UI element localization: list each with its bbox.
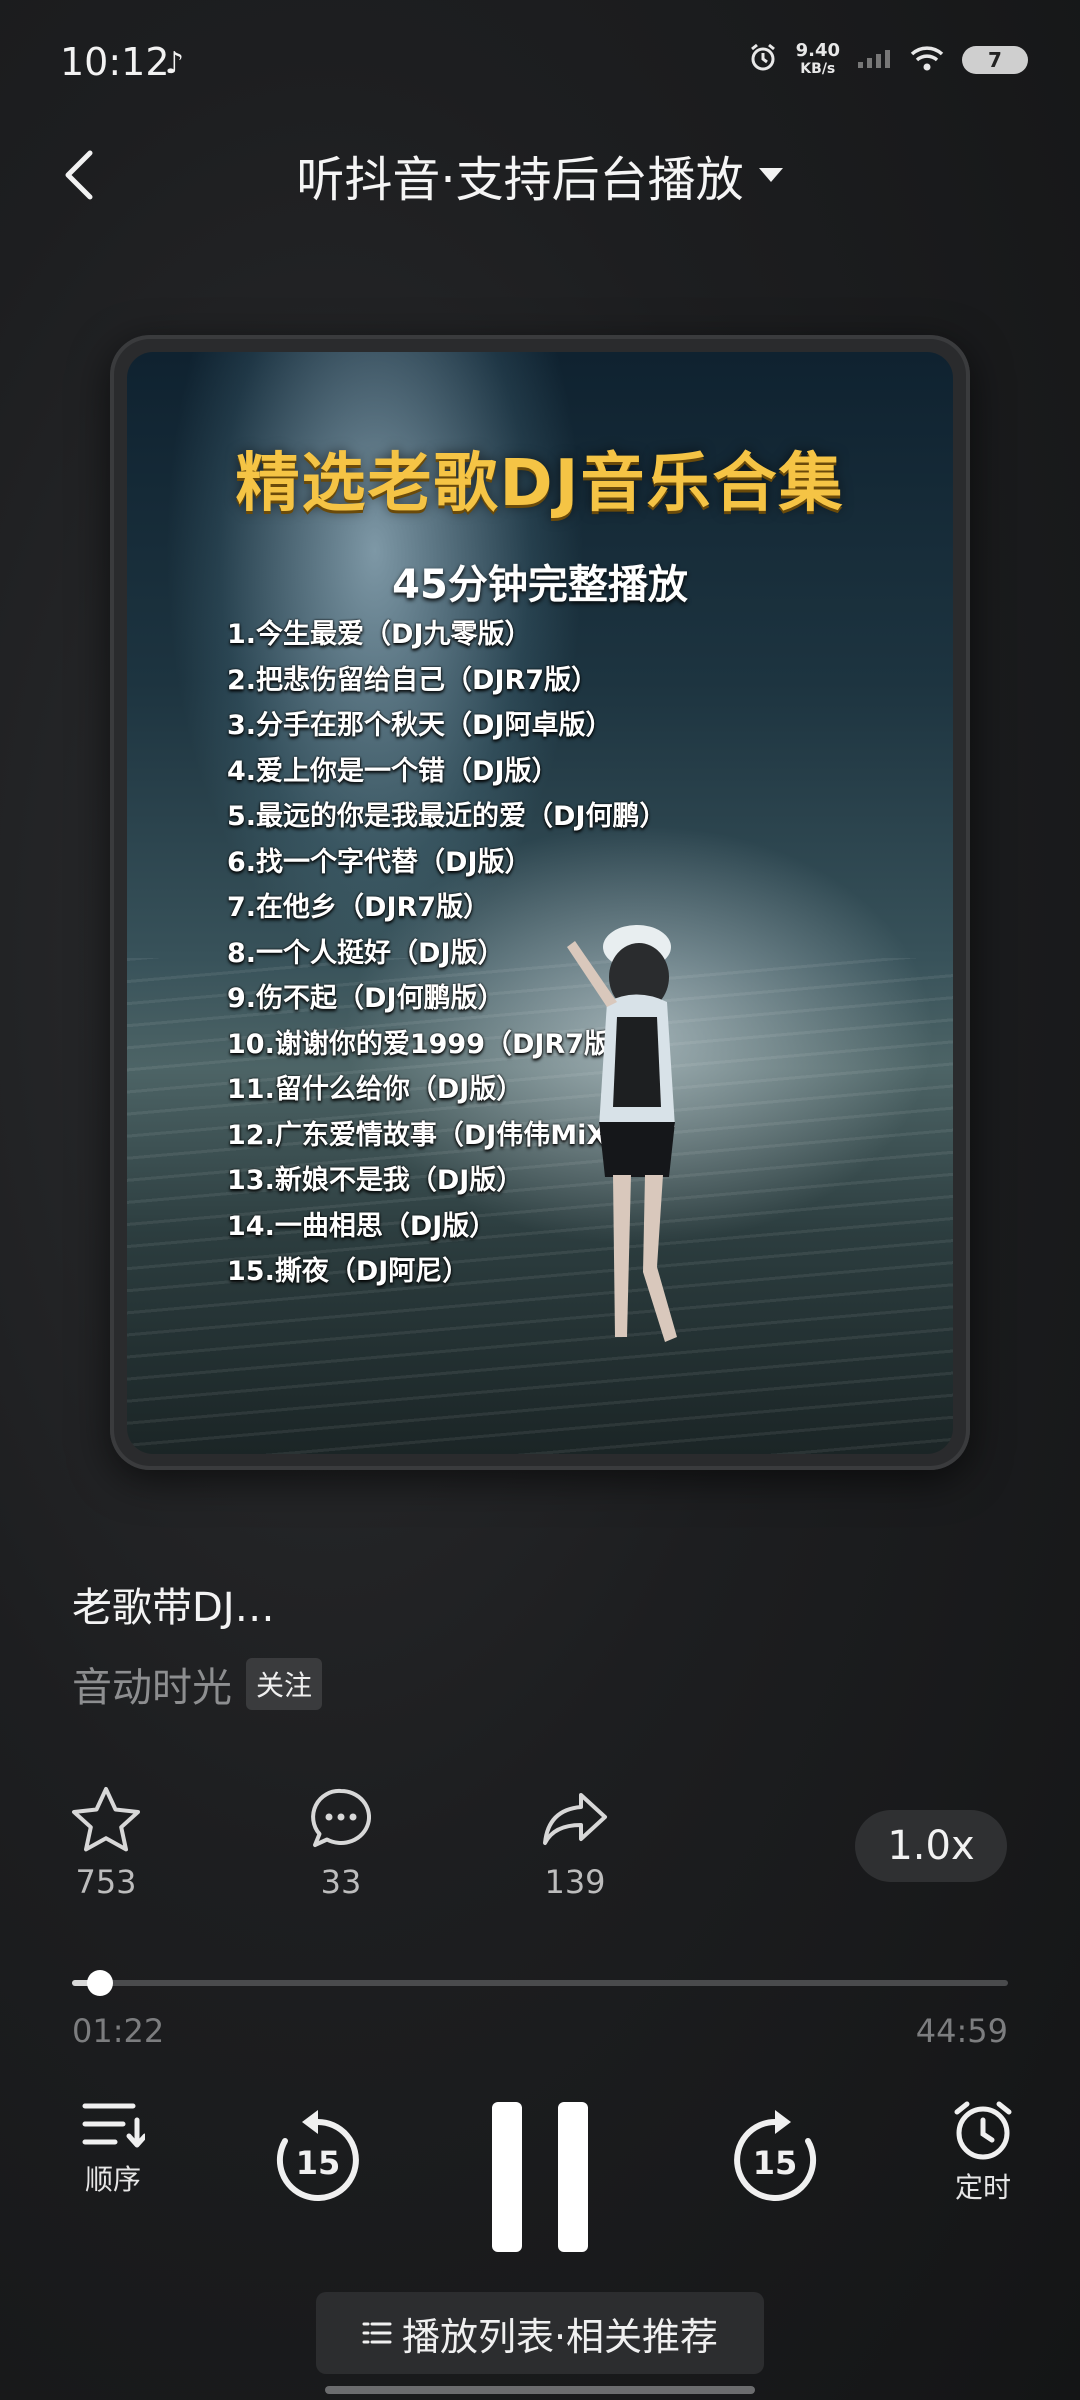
net-speed-value: 9.40	[795, 40, 840, 61]
header-title-dropdown[interactable]: 听抖音·支持后台播放	[0, 140, 1080, 210]
artist-row: 音动时光 关注	[72, 1655, 323, 1713]
cover-track: 1.今生最爱（DJ九零版）	[227, 619, 532, 650]
net-speed-unit: KB/s	[800, 61, 836, 77]
wifi-icon	[910, 45, 944, 75]
caret-down-icon	[758, 168, 783, 182]
forward-seconds: 15	[753, 2144, 798, 2182]
alarm-icon	[748, 43, 778, 77]
home-indicator[interactable]	[325, 2386, 755, 2394]
sleep-timer-label: 定时	[954, 2171, 1011, 2204]
status-icons: 9.40 KB/s 7	[748, 42, 1028, 78]
playlist-label: 播放列表·相关推荐	[401, 2314, 719, 2359]
pause-button[interactable]	[480, 2090, 600, 2260]
rewind-15-button[interactable]: 15	[258, 2100, 378, 2220]
progress-thumb[interactable]	[87, 1970, 114, 1996]
play-order-button[interactable]: 顺序	[58, 2100, 168, 2198]
cover-subtitle: 45分钟完整播放	[392, 562, 688, 608]
list-order-icon	[82, 2103, 145, 2148]
comment-button[interactable]: 33	[281, 1785, 401, 1901]
playlist-button[interactable]: 播放列表·相关推荐	[316, 2292, 764, 2374]
share-count: 139	[544, 1863, 606, 1901]
share-button[interactable]: 139	[515, 1785, 635, 1901]
comment-count: 33	[320, 1863, 362, 1901]
song-title: 老歌带DJ…	[72, 1585, 275, 1631]
sleep-timer-button[interactable]: 定时	[928, 2100, 1038, 2206]
alarm-clock-icon	[954, 2101, 1012, 2160]
signal-icon	[858, 48, 892, 72]
forward-15-icon: 15	[734, 2110, 817, 2201]
artist-name[interactable]: 音动时光	[72, 1655, 232, 1713]
current-time: 01:22	[72, 2012, 165, 2050]
album-cover: 精选老歌DJ音乐合集 45分钟完整播放 1.今生最爱（DJ九零版） 2.把悲伤留…	[127, 352, 953, 1454]
play-order-label: 顺序	[84, 2163, 141, 2196]
favorite-count: 753	[75, 1863, 137, 1901]
list-icon	[362, 2322, 392, 2344]
cover-track: 6.找一个字代替（DJ版）	[227, 846, 532, 878]
cover-girl-figure	[567, 925, 677, 1342]
rewind-15-icon: 15	[276, 2110, 359, 2201]
star-icon	[72, 1787, 140, 1852]
page-title: 听抖音·支持后台播放	[296, 152, 744, 208]
cover-track: 5.最远的你是我最近的爱（DJ何鹏）	[227, 801, 667, 832]
net-speed: 9.40 KB/s	[796, 42, 840, 78]
follow-button[interactable]: 关注	[246, 1658, 323, 1710]
cover-track: 3.分手在那个秋天（DJ阿卓版）	[227, 710, 613, 741]
share-icon	[543, 1793, 607, 1845]
comment-icon	[311, 1788, 372, 1847]
battery-indicator: 7	[962, 46, 1028, 74]
cover-track: 2.把悲伤留给自己（DJR7版）	[227, 664, 599, 696]
rewind-seconds: 15	[296, 2144, 341, 2182]
tiktok-notification-icon: ♪	[165, 46, 185, 81]
total-time: 44:59	[915, 2012, 1008, 2050]
playback-speed-button[interactable]: 1.0x	[855, 1810, 1007, 1882]
forward-15-button[interactable]: 15	[715, 2100, 835, 2220]
pause-icon	[492, 2102, 588, 2252]
cover-title: 精选老歌DJ音乐合集	[235, 447, 845, 521]
favorite-button[interactable]: 753	[46, 1785, 166, 1901]
progress-slider[interactable]	[72, 1970, 1008, 1996]
status-time: 10:12	[60, 40, 170, 84]
cover-track: 4.爱上你是一个错（DJ版）	[227, 755, 559, 787]
